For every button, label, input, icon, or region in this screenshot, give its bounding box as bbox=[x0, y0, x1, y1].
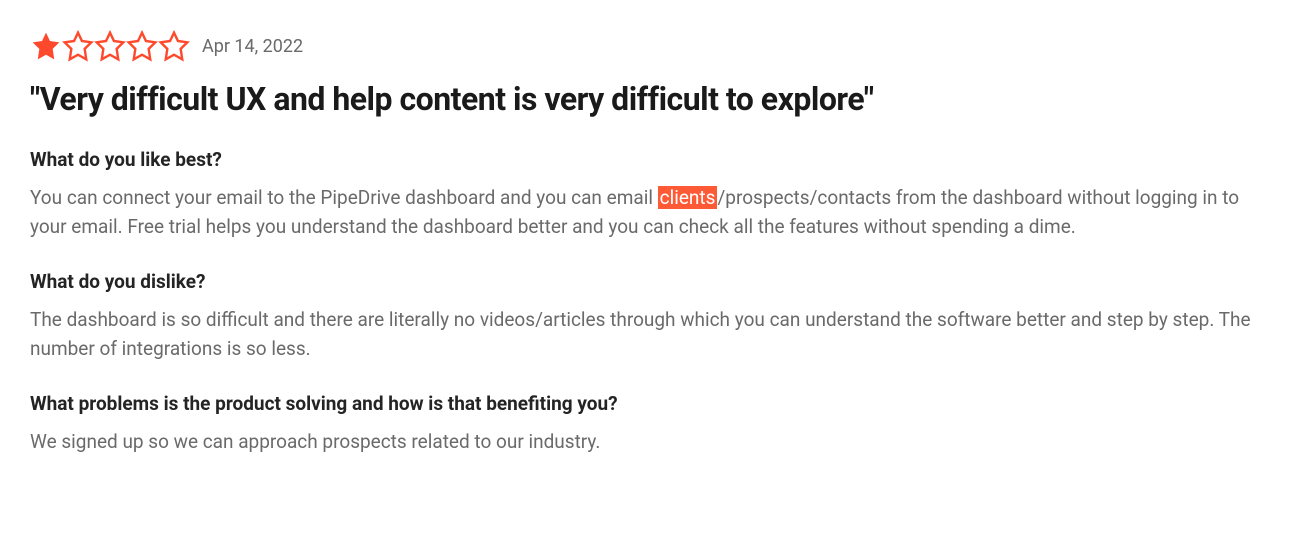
star-icon bbox=[30, 30, 62, 62]
star-icon bbox=[126, 30, 158, 62]
section-answer: The dashboard is so difficult and there … bbox=[30, 305, 1264, 364]
section-answer: We signed up so we can approach prospect… bbox=[30, 427, 1264, 456]
review-container: Apr 14, 2022 "Very difficult UX and help… bbox=[30, 30, 1264, 456]
review-title: "Very difficult UX and help content is v… bbox=[30, 80, 1264, 118]
review-section: What problems is the product solving and… bbox=[30, 392, 1264, 456]
review-date: Apr 14, 2022 bbox=[202, 36, 303, 57]
section-answer: You can connect your email to the PipeDr… bbox=[30, 183, 1264, 242]
review-header: Apr 14, 2022 bbox=[30, 30, 1264, 62]
answer-text: The dashboard is so difficult and there … bbox=[30, 308, 1251, 360]
answer-text: We signed up so we can approach prospect… bbox=[30, 430, 600, 453]
section-question: What do you like best? bbox=[30, 148, 1264, 171]
review-section: What do you like best? You can connect y… bbox=[30, 148, 1264, 242]
review-section: What do you dislike? The dashboard is so… bbox=[30, 270, 1264, 364]
star-icon bbox=[158, 30, 190, 62]
star-icon bbox=[94, 30, 126, 62]
section-question: What do you dislike? bbox=[30, 270, 1264, 293]
star-icon bbox=[62, 30, 94, 62]
answer-text: You can connect your email to the PipeDr… bbox=[30, 186, 658, 209]
star-rating bbox=[30, 30, 190, 62]
section-question: What problems is the product solving and… bbox=[30, 392, 1264, 415]
highlighted-term: clients bbox=[658, 186, 718, 209]
